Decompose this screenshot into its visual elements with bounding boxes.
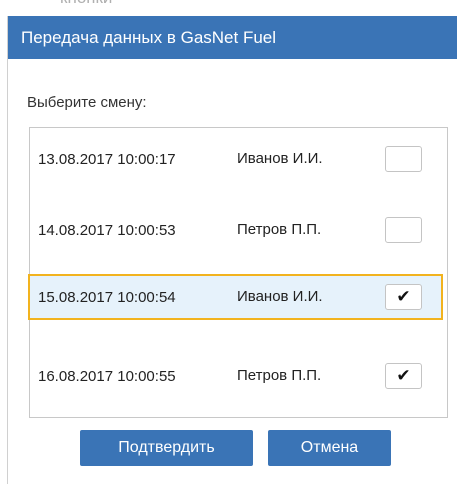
- shift-prompt: Выберите смену:: [27, 94, 147, 111]
- confirm-button[interactable]: Подтвердить: [80, 430, 253, 466]
- shift-row[interactable]: 14.08.2017 10:00:53 Петров П.П.: [30, 208, 447, 252]
- shift-row[interactable]: 13.08.2017 10:00:17 Иванов И.И.: [30, 137, 447, 181]
- shift-date: 13.08.2017 10:00:17: [38, 151, 176, 168]
- shift-date: 14.08.2017 10:00:53: [38, 222, 176, 239]
- shift-operator: Петров П.П.: [237, 367, 322, 384]
- shift-checkbox[interactable]: [385, 217, 422, 243]
- shift-operator: Иванов И.И.: [237, 150, 323, 167]
- cancel-button[interactable]: Отмена: [268, 430, 391, 466]
- dialog-title: Передача данных в GasNet Fuel: [8, 16, 457, 59]
- shift-checkbox[interactable]: [385, 146, 422, 172]
- shift-date: 15.08.2017 10:00:54: [38, 289, 176, 306]
- shift-row[interactable]: 16.08.2017 10:00:55 Петров П.П. ✔: [30, 354, 447, 398]
- shift-operator: Петров П.П.: [237, 221, 322, 238]
- shift-checkbox[interactable]: ✔: [385, 284, 422, 310]
- background-window: кнопки: [0, 0, 457, 14]
- background-text: кнопки: [60, 0, 112, 8]
- shift-row-selected[interactable]: 15.08.2017 10:00:54 Иванов И.И. ✔: [28, 274, 443, 320]
- shift-checkbox[interactable]: ✔: [385, 363, 422, 389]
- shift-list: 13.08.2017 10:00:17 Иванов И.И. 14.08.20…: [28, 127, 448, 418]
- shift-date: 16.08.2017 10:00:55: [38, 368, 176, 385]
- shift-operator: Иванов И.И.: [237, 288, 323, 305]
